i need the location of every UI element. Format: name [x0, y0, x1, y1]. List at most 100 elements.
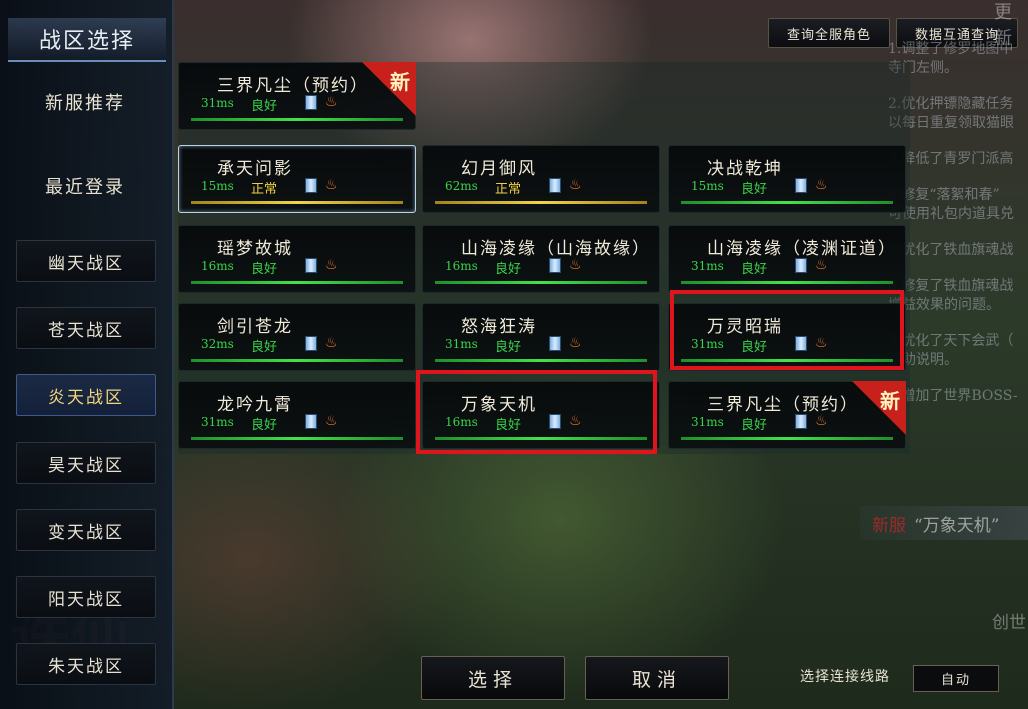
server-ping: 16ms [445, 259, 478, 273]
zone-sidebar: 战区选择 新服推荐 最近登录 幽天战区 苍天战区 炎天战区 昊天战区 变天战区 … [0, 0, 174, 709]
server-ping: 31ms [691, 415, 724, 429]
select-button[interactable]: 选择 [421, 656, 565, 700]
connection-line-label: 选择连接线路 [800, 669, 890, 685]
pillar-icon [549, 258, 561, 273]
server-ping: 62ms [445, 179, 478, 193]
creation-label: 创世 [992, 613, 1026, 633]
server-card[interactable]: 瑶梦故城 16ms 良好 ♨ [178, 225, 416, 293]
server-status: 正常 [495, 182, 522, 197]
server-ping: 31ms [445, 337, 478, 351]
gourd-icon: ♨ [815, 413, 828, 429]
news-banner-tag: 新服 [872, 515, 906, 536]
sidebar-item-biantian[interactable]: 变天战区 [16, 509, 156, 551]
connection-line-select[interactable]: 自动 [913, 665, 999, 692]
server-card[interactable]: 决战乾坤 15ms 良好 ♨ [668, 145, 906, 213]
gourd-icon: ♨ [569, 177, 582, 193]
server-card[interactable]: 山海凌缘（凌渊证道） 31ms 良好 ♨ [668, 225, 906, 293]
sidebar-item-recent-login[interactable]: 最近登录 [16, 166, 154, 206]
server-load-bar [435, 281, 647, 284]
server-name: 承天问影 [217, 159, 293, 179]
gourd-icon: ♨ [569, 413, 582, 429]
server-name: 怒海狂涛 [461, 317, 537, 337]
news-banner[interactable]: 新服 “万象天机” [860, 506, 1028, 540]
server-load-bar [681, 281, 893, 284]
query-all-roles-button[interactable]: 查询全服角色 [768, 18, 890, 48]
server-card[interactable]: 剑引苍龙 32ms 良好 ♨ [178, 303, 416, 371]
zone-select-title: 战区选择 [8, 18, 166, 62]
server-ping: 16ms [201, 259, 234, 273]
server-name: 瑶梦故城 [217, 239, 293, 259]
gourd-icon: ♨ [325, 94, 338, 110]
server-status: 良好 [741, 418, 768, 433]
server-status: 良好 [251, 418, 278, 433]
server-card[interactable]: 怒海狂涛 31ms 良好 ♨ [422, 303, 660, 371]
sidebar-item-yantian[interactable]: 炎天战区 [16, 374, 156, 416]
server-ping: 15ms [201, 179, 234, 193]
server-card[interactable]: 承天问影 15ms 正常 ♨ [178, 145, 416, 213]
gourd-icon: ♨ [325, 413, 338, 429]
server-card[interactable]: 龙吟九霄 31ms 良好 ♨ [178, 381, 416, 449]
pillar-icon [549, 414, 561, 429]
server-ping: 16ms [445, 415, 478, 429]
server-ping: 32ms [201, 337, 234, 351]
server-status: 良好 [741, 262, 768, 277]
news-banner-text: “万象天机” [914, 515, 1000, 536]
server-ping: 31ms [201, 96, 234, 110]
server-status: 良好 [251, 340, 278, 355]
pillar-icon [795, 414, 807, 429]
sidebar-item-cangtian[interactable]: 苍天战区 [16, 307, 156, 349]
server-status: 良好 [495, 262, 522, 277]
new-server-badge: 新 [852, 381, 906, 435]
server-load-bar [435, 359, 647, 362]
pillar-icon [305, 95, 317, 110]
server-status: 良好 [495, 340, 522, 355]
server-name: 幻月御风 [461, 159, 537, 179]
gourd-icon: ♨ [569, 257, 582, 273]
gourd-icon: ♨ [815, 335, 828, 351]
server-status: 良好 [741, 340, 768, 355]
server-status: 良好 [251, 262, 278, 277]
server-name: 山海凌缘（凌渊证道） [707, 239, 897, 259]
server-card[interactable]: 山海凌缘（山海故缘） 16ms 良好 ♨ [422, 225, 660, 293]
server-status: 正常 [251, 182, 278, 197]
server-load-bar [681, 437, 893, 440]
server-load-bar [681, 201, 893, 204]
server-card[interactable]: 三界凡尘（预约） 31ms 良好 ♨ 新 [178, 62, 416, 130]
server-card[interactable]: 幻月御风 62ms 正常 ♨ [422, 145, 660, 213]
sidebar-item-haotian[interactable]: 昊天战区 [16, 442, 156, 484]
server-status: 良好 [251, 99, 278, 114]
cancel-button[interactable]: 取消 [585, 656, 729, 700]
server-load-bar [681, 359, 893, 362]
sidebar-item-new-servers[interactable]: 新服推荐 [16, 82, 154, 122]
server-name: 剑引苍龙 [217, 317, 293, 337]
gourd-icon: ♨ [815, 177, 828, 193]
pillar-icon [305, 336, 317, 351]
sidebar-item-yangtian[interactable]: 阳天战区 [16, 576, 156, 618]
server-load-bar [191, 359, 403, 362]
new-badge-label: 新 [880, 389, 900, 413]
gourd-icon: ♨ [325, 177, 338, 193]
server-card[interactable]: 万灵昭瑞 31ms 良好 ♨ [668, 303, 906, 371]
server-load-bar [191, 437, 403, 440]
server-load-bar [191, 281, 403, 284]
server-card[interactable]: 三界凡尘（预约） 31ms 良好 ♨ 新 [668, 381, 906, 449]
sidebar-item-zhutian[interactable]: 朱天战区 [16, 643, 156, 685]
server-load-bar [191, 118, 403, 121]
server-name: 三界凡尘（预约） [217, 76, 369, 96]
new-server-badge: 新 [362, 62, 416, 116]
news-line: 1.调整了修罗地图中 [888, 41, 1014, 57]
server-name: 三界凡尘（预约） [707, 395, 859, 415]
new-badge-label: 新 [390, 70, 410, 94]
server-name: 山海凌缘（山海故缘） [461, 239, 651, 259]
server-load-bar [435, 201, 647, 204]
server-load-bar [191, 201, 403, 204]
server-ping: 31ms [201, 415, 234, 429]
server-name: 决战乾坤 [707, 159, 783, 179]
pillar-icon [549, 178, 561, 193]
server-ping: 31ms [691, 337, 724, 351]
gourd-icon: ♨ [325, 257, 338, 273]
server-name: 万灵昭瑞 [707, 317, 783, 337]
gourd-icon: ♨ [569, 335, 582, 351]
server-card[interactable]: 万象天机 16ms 良好 ♨ [422, 381, 660, 449]
sidebar-item-youtian[interactable]: 幽天战区 [16, 240, 156, 282]
